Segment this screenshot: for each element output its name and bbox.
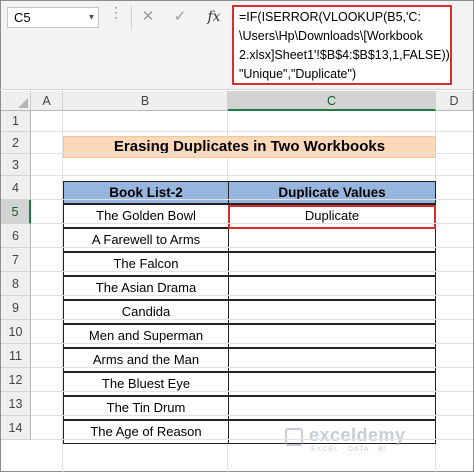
gridline <box>31 367 473 368</box>
watermark-tagline: EXCEL · DATA · BI <box>311 446 387 453</box>
selected-cell-c5[interactable] <box>228 205 436 229</box>
row-header-9[interactable]: 9 <box>1 296 31 320</box>
cell-duplicate-value[interactable] <box>228 300 436 324</box>
gridline <box>31 199 473 200</box>
column-header-a[interactable]: A <box>31 91 63 111</box>
cell-book[interactable]: Candida <box>63 300 229 324</box>
row-header-4[interactable]: 4 <box>1 176 31 200</box>
formula-bar-divider <box>131 5 132 29</box>
insert-function-icon[interactable]: fx <box>203 6 225 28</box>
row-header-13[interactable]: 13 <box>1 392 31 416</box>
cell-duplicate-value[interactable] <box>228 252 436 276</box>
exceldemy-logo-icon <box>285 428 303 446</box>
gridline <box>31 223 473 224</box>
cell-duplicate-value[interactable] <box>228 348 436 372</box>
cell-book[interactable]: The Golden Bowl <box>63 204 229 228</box>
name-box[interactable]: C5 ▾ <box>7 7 99 28</box>
enter-icon[interactable]: ✓ <box>169 6 191 28</box>
worksheet-grid: A B C D 1 2 3 4 5 6 7 8 9 10 11 12 13 14 Erasing Dupl… <box>1 91 473 472</box>
cell-book[interactable]: The Bluest Eye <box>63 372 229 396</box>
row-header-14[interactable]: 14 <box>1 416 31 440</box>
watermark-name: exceldemy <box>309 425 406 445</box>
cancel-icon[interactable]: ✕ <box>137 6 159 28</box>
select-all-corner[interactable] <box>1 91 31 111</box>
cell-book[interactable]: The Asian Drama <box>63 276 229 300</box>
exceldemy-watermark: exceldemy EXCEL · DATA · BI <box>285 425 415 455</box>
row-header-2[interactable]: 2 <box>1 132 31 154</box>
cell-book[interactable]: The Falcon <box>63 252 229 276</box>
row-header-10[interactable]: 10 <box>1 320 31 344</box>
formula-bar-border <box>0 89 474 90</box>
gridline <box>31 131 473 132</box>
column-header-d[interactable]: D <box>436 91 473 111</box>
name-box-value: C5 <box>14 10 31 25</box>
select-all-icon[interactable] <box>18 98 28 108</box>
row-header-11[interactable]: 11 <box>1 344 31 368</box>
column-header-c[interactable]: C <box>228 91 436 111</box>
gridline <box>31 343 473 344</box>
cell-duplicate-value[interactable] <box>228 372 436 396</box>
gridline <box>31 153 473 154</box>
cell-book[interactable]: The Age of Reason <box>63 420 229 444</box>
cell-book[interactable]: The Tin Drum <box>63 396 229 420</box>
row-header-7[interactable]: 7 <box>1 248 31 272</box>
gridline <box>31 439 473 440</box>
gridline <box>31 415 473 416</box>
cell-duplicate-value[interactable] <box>228 276 436 300</box>
more-options-icon[interactable]: ⋮ <box>109 5 123 25</box>
cell-duplicate-value[interactable] <box>228 324 436 348</box>
cell-book[interactable]: A Farewell to Arms <box>63 228 229 252</box>
row-header-1[interactable]: 1 <box>1 111 31 132</box>
formula-input[interactable]: =IF(ISERROR(VLOOKUP(B5,'C: \Users\Hp\Dow… <box>232 5 452 85</box>
cell-duplicate-value[interactable] <box>228 396 436 420</box>
row-header-12[interactable]: 12 <box>1 368 31 392</box>
header-book-list[interactable]: Book List-2 <box>63 181 229 204</box>
row-header-6[interactable]: 6 <box>1 224 31 248</box>
row-header-5[interactable]: 5 <box>1 200 31 224</box>
chevron-down-icon[interactable]: ▾ <box>89 8 94 27</box>
cell-duplicate-value[interactable] <box>228 228 436 252</box>
gridline <box>31 271 473 272</box>
row-header-3[interactable]: 3 <box>1 154 31 176</box>
header-duplicate-values[interactable]: Duplicate Values <box>228 181 436 204</box>
cell-book[interactable]: Men and Superman <box>63 324 229 348</box>
sheet-title[interactable]: Erasing Duplicates in Two Workbooks <box>63 136 436 158</box>
gridline <box>31 247 473 248</box>
gridline <box>31 391 473 392</box>
gridline <box>31 175 473 176</box>
cell-book[interactable]: Arms and the Man <box>63 348 229 372</box>
gridline <box>31 295 473 296</box>
row-header-8[interactable]: 8 <box>1 272 31 296</box>
gridline <box>31 319 473 320</box>
formula-bar: C5 ▾ ⋮ ✕ ✓ fx =IF(ISERROR(VLOOKUP(B5,'C:… <box>1 1 473 90</box>
column-header-b[interactable]: B <box>63 91 228 111</box>
